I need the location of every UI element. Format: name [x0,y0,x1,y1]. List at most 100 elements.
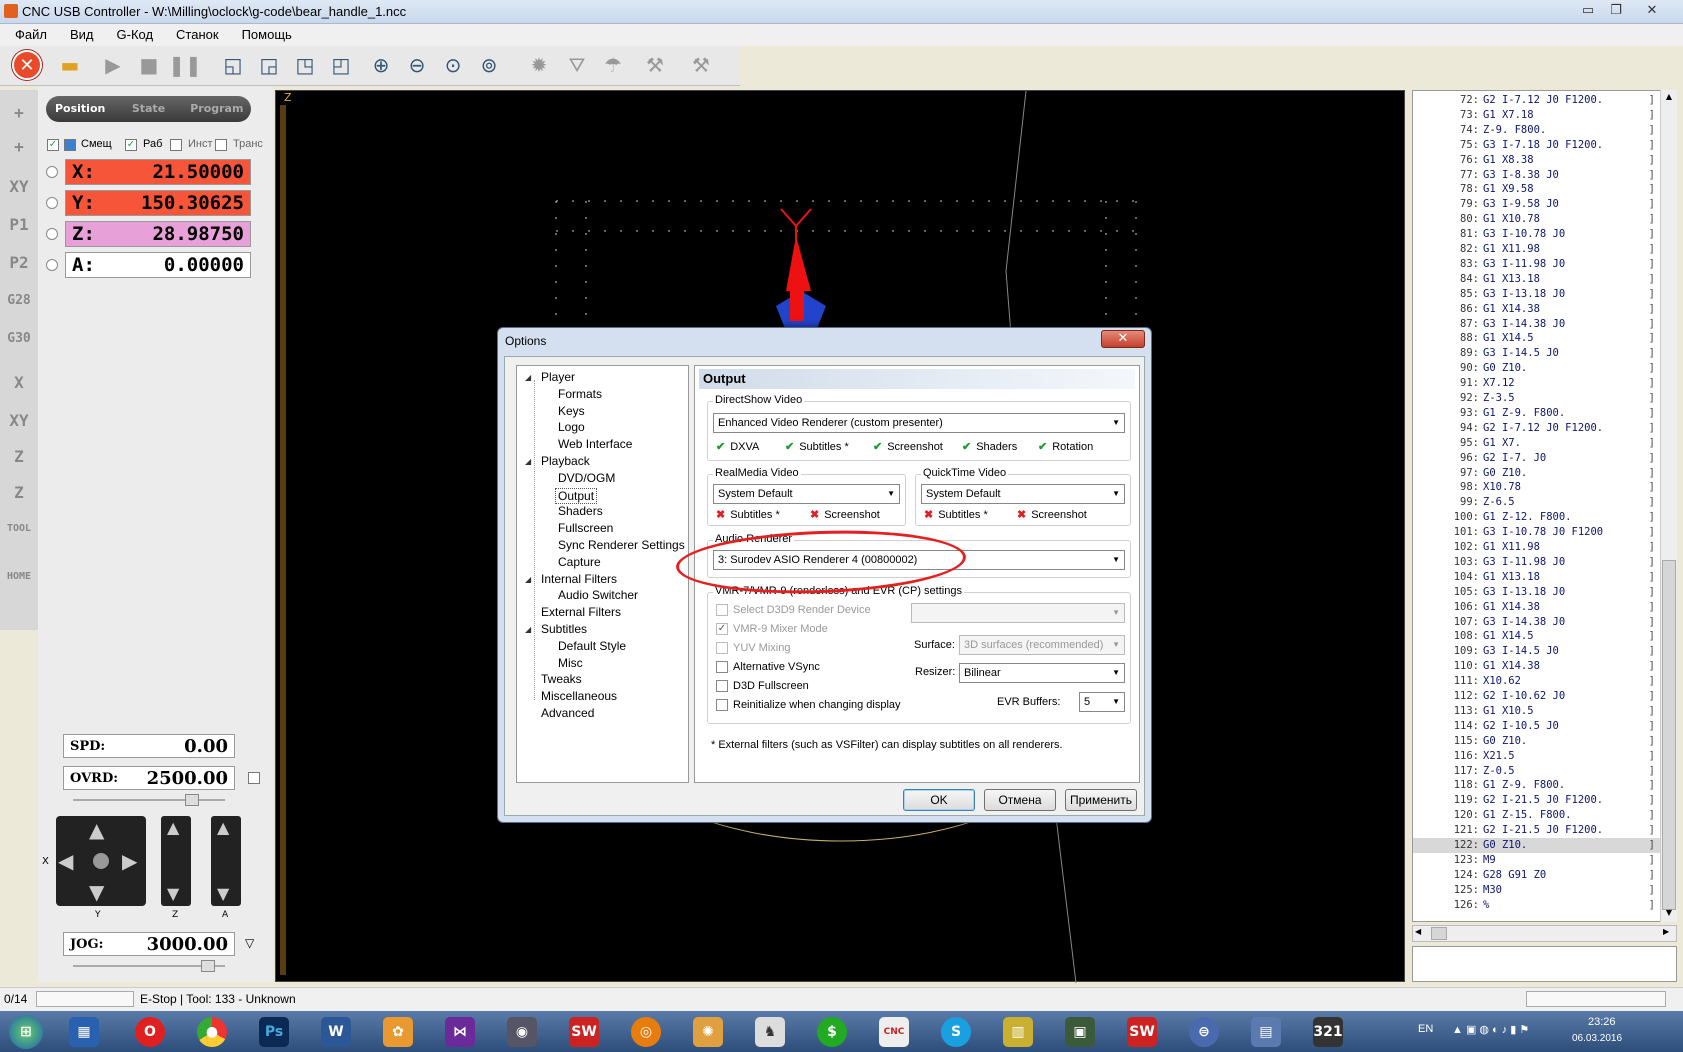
gcode-line[interactable]: 126:%] [1413,898,1661,913]
tree-item[interactable]: Formats [558,387,602,401]
view-iso-icon[interactable]: ◱ [218,50,248,80]
view-top-icon[interactable]: ◰ [326,50,356,80]
axis-z-radio[interactable] [46,228,58,240]
gcode-line[interactable]: 122: G0 Z10.] [1413,838,1661,853]
dro-x[interactable]: X: 21.50000 [65,159,251,185]
tool-checkbox[interactable] [170,139,182,151]
move-plus-icon[interactable]: + [2,96,36,130]
gcode-line[interactable]: 73: G1 X7.18] [1413,108,1661,123]
taskbar-app-13-icon[interactable]: $ [808,1014,856,1050]
opera-icon[interactable]: O [126,1014,174,1050]
gcode-line[interactable]: 108: G1 X14.5] [1413,629,1661,644]
gcode-line[interactable]: 86: G1 X14.38] [1413,302,1661,317]
opt-select-d3d9[interactable]: Select D3D9 Render Device [716,604,871,616]
tree-expand-icon[interactable]: ◢ [525,625,531,634]
gcode-line[interactable]: 111: X10.62] [1413,674,1661,689]
gcode-line[interactable]: 110: G1 X14.38] [1413,659,1661,674]
dro-a[interactable]: A: 0.00000 [65,252,251,278]
goto-xy-icon[interactable]: XY [2,170,36,204]
gcode-line[interactable]: 79: G3 I-9.58 J0] [1413,197,1661,212]
gcode-line[interactable]: 99: Z-6.5] [1413,495,1661,510]
play-icon[interactable]: ▶ [98,50,128,80]
tree-item[interactable]: Advanced [541,706,594,720]
taskbar-app-6-icon[interactable]: ✿ [374,1014,422,1050]
opt-reinitialize[interactable]: Reinitialize when changing display [716,699,901,711]
evr-buffers-select[interactable]: 5 ▼ [1079,692,1125,712]
tree-item[interactable]: Fullscreen [558,521,613,535]
tree-item[interactable]: Default Style [558,639,626,653]
tree-item[interactable]: Subtitles [541,622,587,636]
gcode-line[interactable]: 84: G1 X13.18] [1413,272,1661,287]
goto-g28-icon[interactable]: G28 [2,284,36,318]
zoom-window-icon[interactable]: ⊚ [474,50,504,80]
gcode-line[interactable]: 117: Z-0.5] [1413,764,1661,779]
tree-item[interactable]: Shaders [558,504,603,518]
mdi-input[interactable] [1412,946,1677,982]
ovrd-slider[interactable] [63,794,235,806]
gcode-line[interactable]: 91: X7.12] [1413,376,1661,391]
taskbar-app-16-icon[interactable]: ▥ [994,1014,1042,1050]
menu-help[interactable]: Помощь [227,24,300,42]
ovrd-field[interactable]: OVRD: 2500.00 [63,766,235,790]
minimize-button[interactable]: ▭ [1576,2,1600,20]
tool-change-icon[interactable]: TOOL [2,512,36,546]
scroll-right-icon[interactable]: ▶ [1663,927,1669,936]
gcode-line[interactable]: 123: M9] [1413,853,1661,868]
word-icon[interactable]: W [312,1014,360,1050]
start-button-icon[interactable]: ⊞ [2,1014,50,1050]
probe-icon[interactable]: ⚒ [640,50,670,80]
zero-x-icon[interactable]: X [2,366,36,400]
tool-icon[interactable]: ✹ [524,50,554,80]
dialog-close-button[interactable]: ✕ [1101,330,1145,348]
gcode-line[interactable]: 87: G3 I-14.38 J0] [1413,317,1661,332]
tree-item[interactable]: Internal Filters [541,572,617,586]
restore-button[interactable]: ❐ [1604,2,1628,20]
gcode-line[interactable]: 76: G1 X8.38] [1413,153,1661,168]
tree-item[interactable]: External Filters [541,605,621,619]
gcode-line[interactable]: 97: G0 Z10.] [1413,466,1661,481]
tree-item[interactable]: Tweaks [541,672,582,686]
menu-machine[interactable]: Станок [161,24,227,42]
work-checkbox[interactable]: ✓ [125,139,137,151]
gcode-line[interactable]: 92: Z-3.5] [1413,391,1661,406]
tree-item[interactable]: Playback [541,454,590,468]
axis-x-radio[interactable] [46,166,58,178]
tray-time[interactable]: 23:26 [1588,1016,1616,1028]
gcode-line[interactable]: 94: G2 I-7.12 J0 F1200.] [1413,421,1661,436]
gcode-line[interactable]: 116: X21.5] [1413,749,1661,764]
gcode-listing[interactable]: 72: G2 I-7.12 J0 F1200.] 73: G1 X7.18] 74: Z-… [1412,90,1677,922]
opt-alt-vsync[interactable]: Alternative VSync [716,661,820,673]
tab-program[interactable]: Program [183,96,251,122]
scroll-down-icon[interactable]: ▼ [1661,906,1677,920]
tab-position[interactable]: Position [46,96,114,122]
spindle-icon[interactable]: ⛛ [562,50,592,80]
gcode-line[interactable]: 104: G1 X13.18] [1413,570,1661,585]
gcode-line[interactable]: 120: G1 Z-15. F800.] [1413,808,1661,823]
jog-field[interactable]: JOG: 3000.00 [63,932,235,956]
gcode-line[interactable]: 102: G1 X11.98] [1413,540,1661,555]
tree-expand-icon[interactable]: ◢ [525,373,531,382]
opt-vmr9-mixer[interactable]: ✓ VMR-9 Mixer Mode [716,623,828,635]
open-folder-icon[interactable]: ▬ [55,50,85,80]
gcode-line[interactable]: 96: G2 I-7. J0] [1413,451,1661,466]
coolant-icon[interactable]: ☂ [598,50,628,80]
view-front-icon[interactable]: ◲ [254,50,284,80]
jog-a-pad[interactable]: ▲ ▼ [211,816,241,906]
jog-up-icon[interactable]: ▲ [89,818,104,842]
zoom-out-icon[interactable]: ⊖ [402,50,432,80]
offset-checkbox[interactable]: ✓ [47,139,59,151]
ovrd-checkbox[interactable] [248,772,260,784]
jog-dropdown-icon[interactable]: ▽ [245,936,254,950]
solidworks-2-icon[interactable]: SW [1118,1014,1166,1050]
solidworks-icon[interactable]: SW [560,1014,608,1050]
gcode-line[interactable]: 88: G1 X14.5] [1413,331,1661,346]
tree-expand-icon[interactable]: ◢ [525,575,531,584]
jog-left-icon[interactable]: ◀ [58,849,73,873]
render-device-select[interactable]: ▼ [911,603,1125,623]
goto-p2-icon[interactable]: P2 [2,246,36,280]
jog-z-down-icon[interactable]: ▼ [167,884,179,903]
jog-right-icon[interactable]: ▶ [122,849,137,873]
chrome-icon[interactable]: ● [188,1014,236,1050]
gcode-line[interactable]: 109: G3 I-14.5 J0] [1413,644,1661,659]
tree-item[interactable]: DVD/OGM [558,471,615,485]
